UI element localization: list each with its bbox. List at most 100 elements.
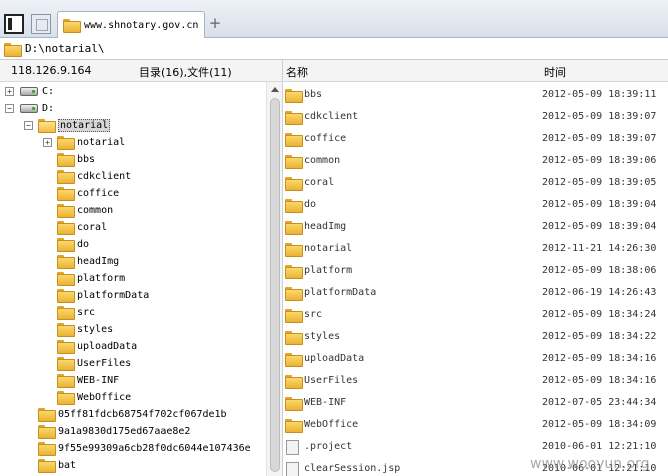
tree-item[interactable]: 9f55e99309a6cb28f0dc6044e107436e — [38, 440, 251, 456]
address-bar[interactable]: D:\notarial\ — [0, 38, 668, 60]
drive-icon — [20, 103, 38, 113]
tree-item[interactable]: common — [57, 202, 113, 218]
file-name: platformData — [304, 287, 377, 298]
column-header-time[interactable]: 时间 — [544, 64, 566, 80]
file-row[interactable]: common 2012-05-09 18:39:06 — [283, 151, 668, 173]
file-row[interactable]: UserFiles 2012-05-09 18:34:16 — [283, 371, 668, 393]
tree-item[interactable]: headImg — [57, 253, 119, 269]
file-time: 2012-05-09 18:34:09 — [542, 419, 657, 430]
tree-item[interactable]: styles — [57, 321, 113, 337]
tree-item[interactable]: cdkclient — [57, 168, 131, 184]
folder-icon — [57, 136, 75, 150]
window-toggle-icon[interactable] — [31, 14, 51, 34]
file-time: 2012-05-09 18:39:05 — [542, 177, 657, 188]
file-name: bbs — [304, 89, 323, 100]
file-row[interactable]: headImg 2012-05-09 18:39:04 — [283, 217, 668, 239]
tree-item[interactable]: src — [57, 304, 95, 320]
file-row[interactable]: uploadData 2012-05-09 18:34:16 — [283, 349, 668, 371]
file-row[interactable]: WebOffice 2012-05-09 18:34:09 — [283, 415, 668, 437]
tree-item[interactable]: bbs — [57, 151, 95, 167]
file-row[interactable]: notarial 2012-11-21 14:26:30 — [283, 239, 668, 261]
tree-drive-c[interactable]: C: — [20, 83, 54, 99]
file-row[interactable]: coffice 2012-05-09 18:39:07 — [283, 129, 668, 151]
item-count: 目录(16),文件(11) — [139, 66, 232, 79]
file-name: WebOffice — [304, 419, 359, 430]
folder-icon — [57, 340, 75, 354]
tree-item[interactable]: UserFiles — [57, 355, 131, 371]
folder-icon — [285, 397, 303, 411]
file-row[interactable]: bbs 2012-05-09 18:39:11 — [283, 85, 668, 107]
file-name: do — [304, 199, 317, 210]
tree-item[interactable]: uploadData — [57, 338, 137, 354]
file-row[interactable]: do 2012-05-09 18:39:04 — [283, 195, 668, 217]
file-name: common — [304, 155, 341, 166]
file-time: 2012-05-09 18:34:16 — [542, 375, 657, 386]
file-row[interactable]: cdkclient 2012-05-09 18:39:07 — [283, 107, 668, 129]
folder-icon — [57, 204, 75, 218]
tree-item-notarial-selected[interactable]: notarial — [38, 117, 111, 133]
address-path: D:\notarial\ — [25, 42, 105, 55]
tree-item-label: UserFiles — [77, 357, 132, 369]
tree-item-label: WEB-INF — [77, 374, 120, 386]
sidebar-toggle-icon[interactable] — [4, 14, 24, 34]
file-row[interactable]: platform 2012-05-09 18:38:06 — [283, 261, 668, 283]
folder-open-icon — [38, 119, 56, 133]
tree-drive-d[interactable]: D: — [20, 100, 54, 116]
expand-icon[interactable]: + — [43, 138, 52, 147]
scroll-up-icon[interactable] — [271, 87, 279, 92]
watermark: www.wooyun.org — [530, 456, 650, 472]
tree-item[interactable]: WebOffice — [57, 389, 131, 405]
tree-item-label: 9f55e99309a6cb28f0dc6044e107436e — [58, 442, 251, 454]
tree-item-label: notarial — [77, 136, 126, 148]
folder-icon — [57, 374, 75, 388]
tree-item[interactable]: coral — [57, 219, 107, 235]
file-time: 2012-06-19 14:26:43 — [542, 287, 657, 298]
file-name: WEB-INF — [304, 397, 347, 408]
browser-tab-bar: www.shnotary.gov.cn + — [0, 0, 668, 38]
folder-icon — [285, 199, 303, 213]
file-row[interactable]: platformData 2012-06-19 14:26:43 — [283, 283, 668, 305]
file-name: coffice — [304, 133, 347, 144]
file-time: 2012-05-09 18:34:22 — [542, 331, 657, 342]
tree-scrollbar[interactable] — [266, 82, 282, 476]
file-row[interactable]: styles 2012-05-09 18:34:22 — [283, 327, 668, 349]
collapse-icon[interactable]: − — [5, 104, 14, 113]
tree-item-label: styles — [77, 323, 114, 335]
new-tab-button[interactable]: + — [208, 15, 222, 31]
folder-icon — [4, 42, 22, 57]
folder-icon — [38, 425, 56, 439]
tree-item[interactable]: platform — [57, 270, 125, 286]
file-name: UserFiles — [304, 375, 359, 386]
file-name: notarial — [304, 243, 353, 254]
browser-tab[interactable]: www.shnotary.gov.cn — [57, 11, 205, 38]
file-name: coral — [304, 177, 335, 188]
file-icon — [286, 462, 299, 476]
tree-item[interactable]: WEB-INF — [57, 372, 119, 388]
file-row[interactable]: src 2012-05-09 18:34:24 — [283, 305, 668, 327]
tree-item[interactable]: do — [57, 236, 89, 252]
server-ip: 118.126.9.164 — [11, 64, 92, 77]
file-name: src — [304, 309, 323, 320]
tree-item[interactable]: coffice — [57, 185, 119, 201]
folder-icon — [57, 289, 75, 303]
tree-item-label: coral — [77, 221, 108, 233]
tree-item[interactable]: 05ff81fdcb68754f702cf067de1b — [38, 406, 227, 422]
file-time: 2012-05-09 18:38:06 — [542, 265, 657, 276]
tree-item-label: src — [77, 306, 96, 318]
tree-item[interactable]: notarial — [57, 134, 125, 150]
scroll-thumb[interactable] — [270, 98, 280, 472]
file-row[interactable]: WEB-INF 2012-07-05 23:44:34 — [283, 393, 668, 415]
tree-item[interactable]: platformData — [57, 287, 149, 303]
collapse-icon[interactable]: − — [24, 121, 33, 130]
folder-icon — [285, 221, 303, 235]
folder-icon — [57, 221, 75, 235]
tree-item[interactable]: bat — [38, 457, 76, 473]
file-row[interactable]: coral 2012-05-09 18:39:05 — [283, 173, 668, 195]
tree-item[interactable]: 9a1a9830d175ed67aae8e2 — [38, 423, 190, 439]
tree-drive-c-label: C: — [42, 85, 55, 97]
folder-icon — [63, 19, 81, 33]
column-header-name[interactable]: 名称 — [286, 64, 308, 80]
expand-icon[interactable]: + — [5, 87, 14, 96]
directory-tree: + C: − D: − notarial + notarial bbs cdkcli… — [0, 82, 266, 476]
tree-item-label: WebOffice — [77, 391, 132, 403]
